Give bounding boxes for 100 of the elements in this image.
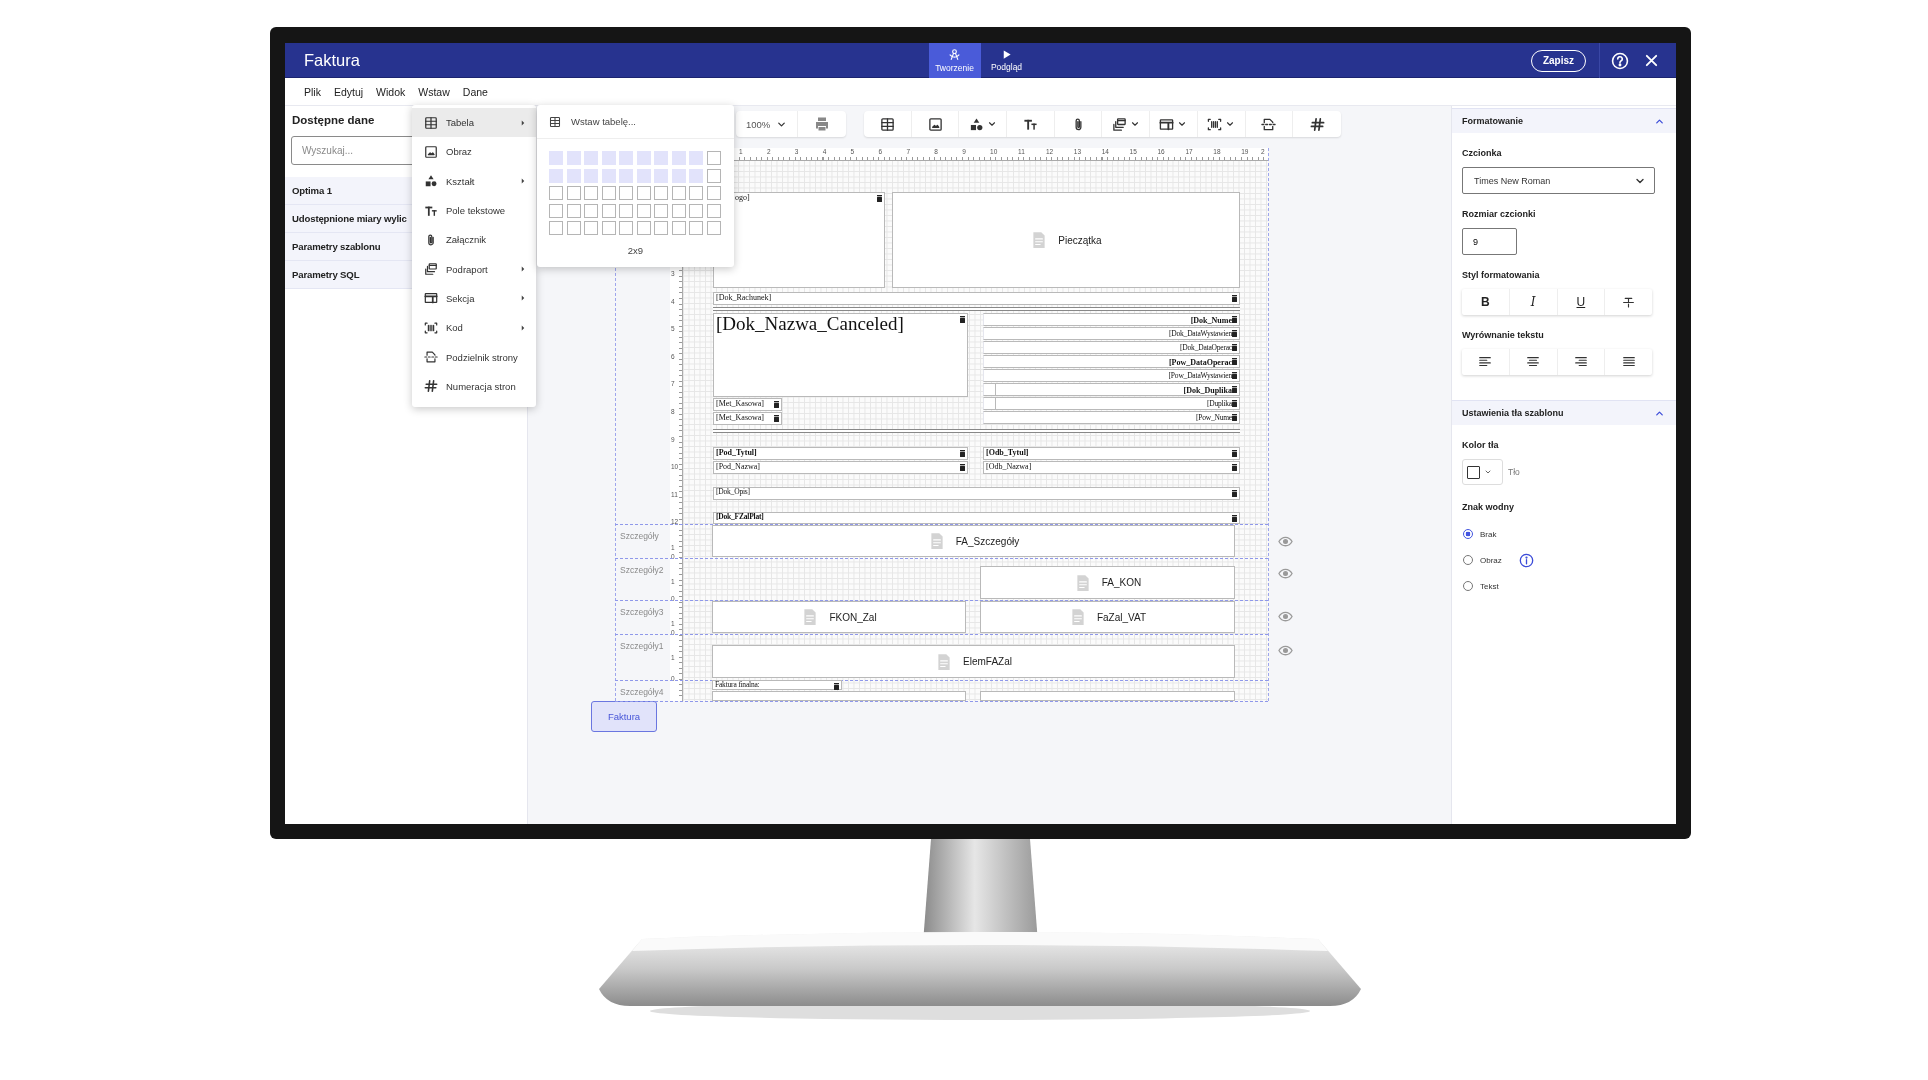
text-field-box[interactable]: [Met_Kasowa] [713, 398, 782, 411]
text-field-box[interactable]: [Pow_DataOperac [983, 355, 1240, 368]
table-size-cell[interactable] [619, 221, 633, 235]
section-header[interactable]: Formatowanie [1452, 108, 1676, 133]
color-picker[interactable] [1462, 459, 1503, 485]
text-field-box[interactable]: [Dok_Rachunek] [713, 292, 1240, 305]
bold-button[interactable]: B [1462, 289, 1510, 315]
visibility-toggle[interactable] [1278, 534, 1293, 549]
handle-icon[interactable] [1232, 515, 1237, 522]
subreport-box[interactable]: FA_KON [980, 566, 1235, 599]
table-size-cell[interactable] [601, 186, 616, 200]
text-field-box[interactable]: [Dok_Nume [983, 313, 1240, 326]
table-size-cell[interactable] [654, 221, 668, 235]
handle-icon[interactable] [960, 464, 965, 471]
handle-icon[interactable] [1232, 464, 1237, 471]
table-size-cell[interactable] [636, 186, 651, 200]
handle-icon[interactable] [774, 415, 779, 422]
table-size-cell[interactable] [549, 221, 563, 235]
visibility-toggle[interactable] [1278, 566, 1293, 581]
handle-icon[interactable] [1232, 400, 1237, 407]
handle-icon[interactable] [1232, 450, 1237, 457]
text-field-box[interactable]: ogo] [713, 192, 885, 288]
table-size-cell[interactable] [566, 203, 581, 218]
radio-button[interactable] [1463, 529, 1473, 539]
handle-icon[interactable] [1232, 372, 1237, 379]
subreport-box[interactable] [980, 691, 1235, 701]
mode-tab[interactable]: Podgląd [980, 43, 1033, 78]
table-size-cell[interactable] [671, 203, 686, 218]
handle-icon[interactable] [1232, 316, 1237, 323]
subreport-box[interactable]: FA_Szczegóły [712, 525, 1235, 557]
text-field-box[interactable]: [Odb_Nazwa] [983, 461, 1240, 474]
menu-bar-item[interactable]: Edytuj [333, 85, 364, 98]
table-size-cell[interactable] [671, 186, 686, 200]
mode-tab[interactable]: Tworzenie [928, 43, 981, 78]
font-dropdown[interactable]: Times New Roman [1462, 167, 1655, 194]
table-size-cell[interactable] [636, 221, 651, 235]
menu-item[interactable]: Kod [412, 313, 536, 343]
table-size-cell[interactable] [619, 186, 633, 200]
menu-bar-item[interactable]: Plik [304, 85, 321, 98]
help-button[interactable] [1611, 51, 1629, 70]
table-size-cell[interactable] [549, 186, 563, 200]
menu-item[interactable]: Podzielnik strony [412, 342, 536, 372]
table-size-cell[interactable] [706, 151, 721, 165]
close-button[interactable] [1644, 53, 1659, 68]
handle-icon[interactable] [877, 195, 882, 202]
table-size-cell[interactable] [654, 186, 668, 200]
underline-button[interactable]: U [1557, 289, 1606, 315]
menu-bar-item[interactable]: Widok [376, 85, 406, 98]
text-field-box[interactable]: [Odb_Tytul] [983, 447, 1240, 460]
italic-button[interactable]: I [1509, 289, 1558, 315]
handle-icon[interactable] [960, 450, 965, 457]
handle-icon[interactable] [1232, 414, 1237, 421]
table-size-cell[interactable] [636, 203, 651, 218]
handle-icon[interactable] [1232, 344, 1237, 351]
handle-icon[interactable] [1232, 330, 1237, 337]
menu-bar-item[interactable]: Wstaw [418, 85, 450, 98]
table-size-cell[interactable] [706, 186, 721, 200]
table-size-cell[interactable] [671, 221, 686, 235]
text-field-box[interactable]: [Pod_Nazwa] [713, 461, 968, 474]
visibility-toggle[interactable] [1278, 643, 1293, 658]
table-size-cell[interactable] [654, 203, 668, 218]
menu-bar-item[interactable]: Dane [462, 85, 488, 98]
table-size-cell[interactable] [601, 203, 616, 218]
menu-item[interactable]: Wstaw tabelę... [537, 105, 734, 139]
table-size-cell[interactable] [689, 221, 703, 235]
radio-button[interactable] [1463, 555, 1473, 565]
table-size-cell[interactable] [706, 203, 721, 218]
table-size-cell[interactable] [549, 203, 563, 218]
menu-item[interactable]: Numeracja stron [412, 371, 536, 401]
table-size-cell[interactable] [584, 221, 598, 235]
handle-icon[interactable] [834, 683, 839, 690]
zoom-dropdown[interactable]: 100% [736, 111, 798, 137]
handle-icon[interactable] [774, 401, 779, 408]
subreport-box[interactable]: FKON_Zal [712, 601, 966, 633]
radio-button[interactable] [1463, 581, 1473, 591]
table-size-cell[interactable] [689, 203, 703, 218]
text-field-box[interactable]: [Met_Kasowa] [713, 412, 782, 425]
handle-icon[interactable] [1232, 295, 1237, 302]
text-field-box[interactable]: [Dok_Duplika [983, 383, 1240, 396]
subreport-box[interactable]: Pieczątka [892, 192, 1240, 288]
table-size-cell[interactable] [584, 186, 598, 200]
page-tab[interactable]: Faktura [591, 701, 657, 732]
handle-icon[interactable] [1232, 386, 1237, 393]
table-size-cell[interactable] [689, 186, 703, 200]
table-size-cell[interactable] [584, 203, 598, 218]
table-size-cell[interactable] [619, 203, 633, 218]
table-size-cell[interactable] [566, 221, 581, 235]
table-size-cell[interactable] [601, 221, 616, 235]
text-field-box[interactable]: [Pod_Tytul] [713, 447, 968, 460]
section-header[interactable]: Ustawienia tła szablonu [1452, 400, 1676, 425]
visibility-toggle[interactable] [1278, 609, 1293, 624]
handle-icon[interactable] [960, 316, 965, 323]
menu-item[interactable]: Tabela [412, 108, 536, 138]
subreport-box[interactable]: FaZal_VAT [980, 601, 1235, 633]
text-field-box[interactable]: [Dok_Nazwa_Canceled] [713, 313, 968, 397]
handle-icon[interactable] [1232, 358, 1237, 365]
table-size-cell[interactable] [706, 168, 721, 183]
font-size-field[interactable]: 9 [1462, 228, 1517, 255]
table-size-cell[interactable] [566, 186, 581, 200]
subreport-box[interactable]: ElemFAZal [712, 645, 1235, 678]
